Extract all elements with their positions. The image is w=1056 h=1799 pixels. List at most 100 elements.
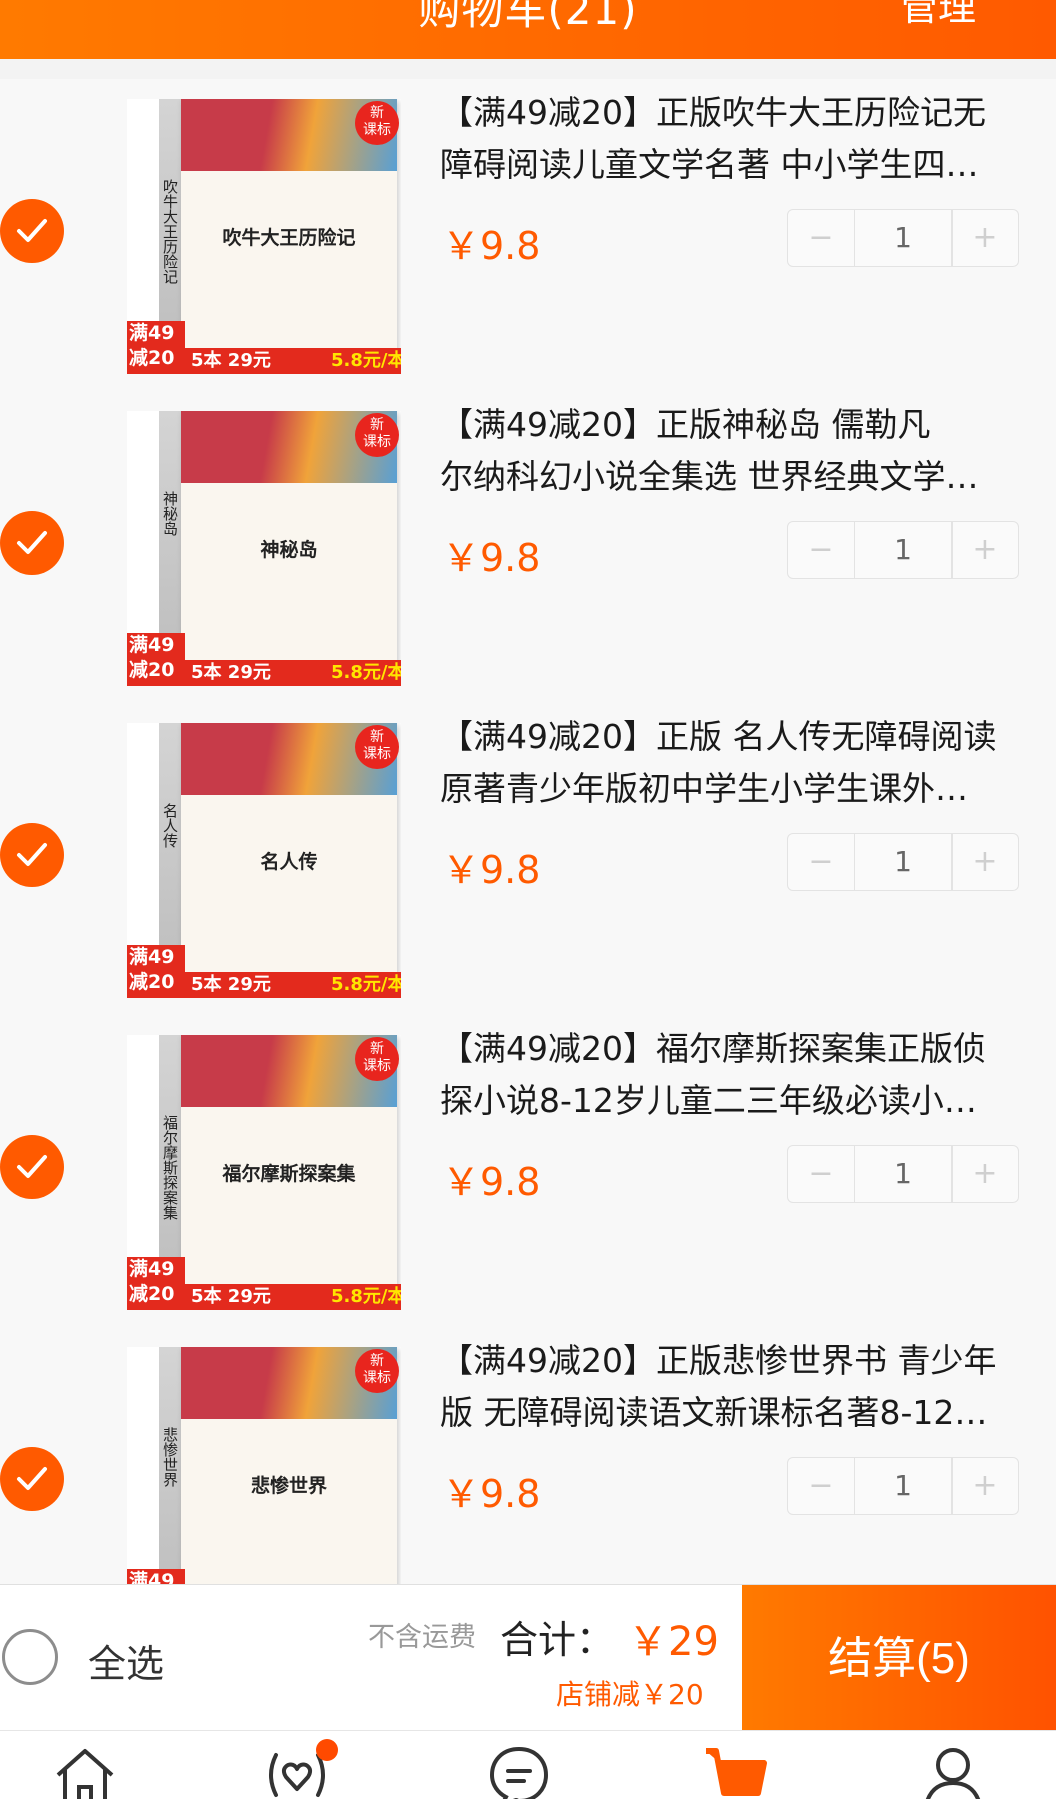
product-title-line: 【满49减20】福尔摩斯探案集正版侦 bbox=[440, 1029, 986, 1068]
select-all-checkbox[interactable] bbox=[2, 1629, 58, 1685]
quantity-stepper: − 1 + bbox=[787, 521, 1019, 579]
cover-title: 神秘岛 bbox=[260, 539, 318, 561]
quantity-stepper: − 1 + bbox=[787, 1145, 1019, 1203]
quantity-stepper: − 1 + bbox=[787, 209, 1019, 267]
product-title-line: 探小说8-12岁儿童二三年级必读小… bbox=[440, 1081, 977, 1120]
item-checkbox[interactable] bbox=[0, 511, 64, 575]
total-value: ￥29 bbox=[628, 1619, 719, 1665]
manage-button[interactable]: 管理 bbox=[900, 0, 976, 31]
product-price: ￥9.8 bbox=[442, 224, 541, 268]
spine-title: 福尔摩斯探案集 bbox=[161, 1115, 179, 1220]
decrease-button[interactable]: − bbox=[788, 834, 855, 890]
quantity-value[interactable]: 1 bbox=[854, 210, 953, 266]
decrease-button[interactable]: − bbox=[788, 1146, 855, 1202]
product-image[interactable]: 福尔摩斯探案集 福尔摩斯探案集 新课标 满49 减20 5本 29元 5.8元/本 bbox=[127, 1035, 401, 1310]
promo-strip: 5本 29元 5.8元/本 bbox=[185, 1284, 401, 1310]
promo-bundle: 5本 29元 bbox=[191, 1286, 271, 1307]
spine-title: 神秘岛 bbox=[161, 491, 179, 536]
increase-button[interactable]: + bbox=[951, 1146, 1018, 1202]
product-image[interactable]: 悲惨世界 悲惨世界 新课标 满49减20 5本 29元 5.8元/本 bbox=[127, 1347, 401, 1584]
item-checkbox[interactable] bbox=[0, 823, 64, 887]
cart-item[interactable]: 悲惨世界 悲惨世界 新课标 满49减20 5本 29元 5.8元/本 【满49减… bbox=[0, 1327, 1056, 1584]
new-curriculum-badge: 新课标 bbox=[355, 1349, 399, 1393]
increase-button[interactable]: + bbox=[951, 1458, 1018, 1514]
quantity-value[interactable]: 1 bbox=[854, 1146, 953, 1202]
cover-title: 悲惨世界 bbox=[250, 1475, 327, 1497]
increase-button[interactable]: + bbox=[951, 834, 1018, 890]
check-icon bbox=[17, 219, 47, 242]
cover-title: 福尔摩斯探案集 bbox=[222, 1163, 356, 1185]
spine-title: 名人传 bbox=[161, 803, 179, 848]
tab-profile[interactable] bbox=[908, 1745, 998, 1799]
tab-messages[interactable] bbox=[474, 1745, 564, 1799]
item-checkbox[interactable] bbox=[0, 199, 64, 263]
decrease-button[interactable]: − bbox=[788, 1458, 855, 1514]
select-all-label[interactable]: 全选 bbox=[88, 1633, 164, 1688]
product-title[interactable]: 【满49减20】正版吹牛大王历险记无 障碍阅读儿童文学名著 中小学生四… bbox=[440, 87, 1040, 191]
promo-strip: 5本 29元 5.8元/本 bbox=[185, 660, 401, 686]
product-title[interactable]: 【满49减20】福尔摩斯探案集正版侦 探小说8-12岁儿童二三年级必读小… bbox=[440, 1023, 1040, 1127]
item-checkbox[interactable] bbox=[0, 1447, 64, 1511]
product-image[interactable]: 神秘岛 神秘岛 新课标 满49 减20 5本 29元 5.8元/本 bbox=[127, 411, 401, 686]
promo-unit-price: 5.8元/本 bbox=[331, 1286, 401, 1307]
cart-icon bbox=[706, 1748, 767, 1796]
bottom-tab-bar bbox=[0, 1730, 1056, 1799]
home-icon bbox=[56, 1749, 114, 1799]
promo-bundle: 5本 29元 bbox=[191, 974, 271, 995]
new-curriculum-badge: 新课标 bbox=[355, 413, 399, 457]
decrease-button[interactable]: − bbox=[788, 522, 855, 578]
tab-cart[interactable] bbox=[690, 1745, 780, 1799]
page-title: 购物车(21) bbox=[418, 0, 638, 34]
tab-follow[interactable] bbox=[252, 1739, 342, 1799]
promo-bundle: 5本 29元 bbox=[191, 662, 271, 683]
promo-badge: 满49减20 bbox=[127, 1257, 185, 1310]
total-label: 合计： bbox=[500, 1618, 615, 1662]
user-icon bbox=[925, 1748, 981, 1799]
spine-title: 悲惨世界 bbox=[161, 1427, 179, 1487]
new-curriculum-badge: 新课标 bbox=[355, 101, 399, 145]
checkout-button[interactable]: 结算(5) bbox=[742, 1585, 1056, 1731]
new-curriculum-badge: 新课标 bbox=[355, 1037, 399, 1081]
product-image[interactable]: 名人传 名人传 新课标 满49 减20 5本 29元 5.8元/本 bbox=[127, 723, 401, 998]
quantity-value[interactable]: 1 bbox=[854, 834, 953, 890]
cover-title: 吹牛大王历险记 bbox=[222, 227, 356, 249]
product-price: ￥9.8 bbox=[442, 1472, 541, 1516]
notification-dot bbox=[316, 1739, 338, 1761]
check-icon bbox=[17, 1155, 47, 1178]
cart-list[interactable]: 吹牛大王历险记 吹牛大王历险记 新课标 满49 减20 5本 29元 5.8元/本… bbox=[0, 79, 1056, 1584]
no-shipping-note: 不含运费 bbox=[368, 1622, 476, 1653]
increase-button[interactable]: + bbox=[951, 522, 1018, 578]
product-title[interactable]: 【满49减20】正版 名人传无障碍阅读 原著青少年版初中学生小学生课外… bbox=[440, 711, 1040, 815]
cart-item[interactable]: 名人传 名人传 新课标 满49 减20 5本 29元 5.8元/本 【满49减20… bbox=[0, 703, 1056, 1016]
product-title-line: 【满49减20】正版悲惨世界书 青少年 bbox=[440, 1341, 997, 1380]
product-image[interactable]: 吹牛大王历险记 吹牛大王历险记 新课标 满49 减20 5本 29元 5.8元/本 bbox=[127, 99, 401, 374]
promo-strip: 5本 29元 5.8元/本 bbox=[185, 348, 401, 374]
quantity-value[interactable]: 1 bbox=[854, 522, 953, 578]
product-title[interactable]: 【满49减20】正版神秘岛 儒勒凡 尔纳科幻小说全集选 世界经典文学… bbox=[440, 399, 1040, 503]
shop-discount: 店铺减￥20 bbox=[556, 1678, 704, 1711]
decrease-button[interactable]: − bbox=[788, 210, 855, 266]
promo-strip: 5本 29元 5.8元/本 bbox=[185, 972, 401, 998]
product-title-line: 版 无障碍阅读语文新课标名著8-12… bbox=[440, 1393, 988, 1432]
cart-item[interactable]: 福尔摩斯探案集 福尔摩斯探案集 新课标 满49 减20 5本 29元 5.8元/本… bbox=[0, 1015, 1056, 1328]
promo-bundle: 5本 29元 bbox=[191, 350, 271, 371]
quantity-value[interactable]: 1 bbox=[854, 1458, 953, 1514]
product-title[interactable]: 【满49减20】正版悲惨世界书 青少年 版 无障碍阅读语文新课标名著8-12… bbox=[440, 1335, 1040, 1439]
spine-title: 吹牛大王历险记 bbox=[161, 179, 179, 284]
tab-home[interactable] bbox=[40, 1745, 130, 1799]
product-price: ￥9.8 bbox=[442, 1160, 541, 1204]
increase-button[interactable]: + bbox=[951, 210, 1018, 266]
cover-title: 名人传 bbox=[260, 851, 318, 873]
promo-badge: 满49减20 bbox=[127, 633, 185, 686]
product-title-line: 原著青少年版初中学生小学生课外… bbox=[440, 769, 968, 808]
header-spacer bbox=[0, 59, 1056, 79]
product-title-line: 障碍阅读儿童文学名著 中小学生四… bbox=[440, 145, 979, 184]
promo-unit-price: 5.8元/本 bbox=[331, 662, 401, 683]
cart-item[interactable]: 神秘岛 神秘岛 新课标 满49 减20 5本 29元 5.8元/本 【满49减20… bbox=[0, 391, 1056, 704]
cart-item[interactable]: 吹牛大王历险记 吹牛大王历险记 新课标 满49 减20 5本 29元 5.8元/本… bbox=[0, 79, 1056, 392]
product-title-line: 【满49减20】正版神秘岛 儒勒凡 bbox=[440, 405, 931, 444]
promo-badge: 满49减20 bbox=[127, 945, 185, 998]
item-checkbox[interactable] bbox=[0, 1135, 64, 1199]
product-price: ￥9.8 bbox=[442, 536, 541, 580]
quantity-stepper: − 1 + bbox=[787, 1457, 1019, 1515]
